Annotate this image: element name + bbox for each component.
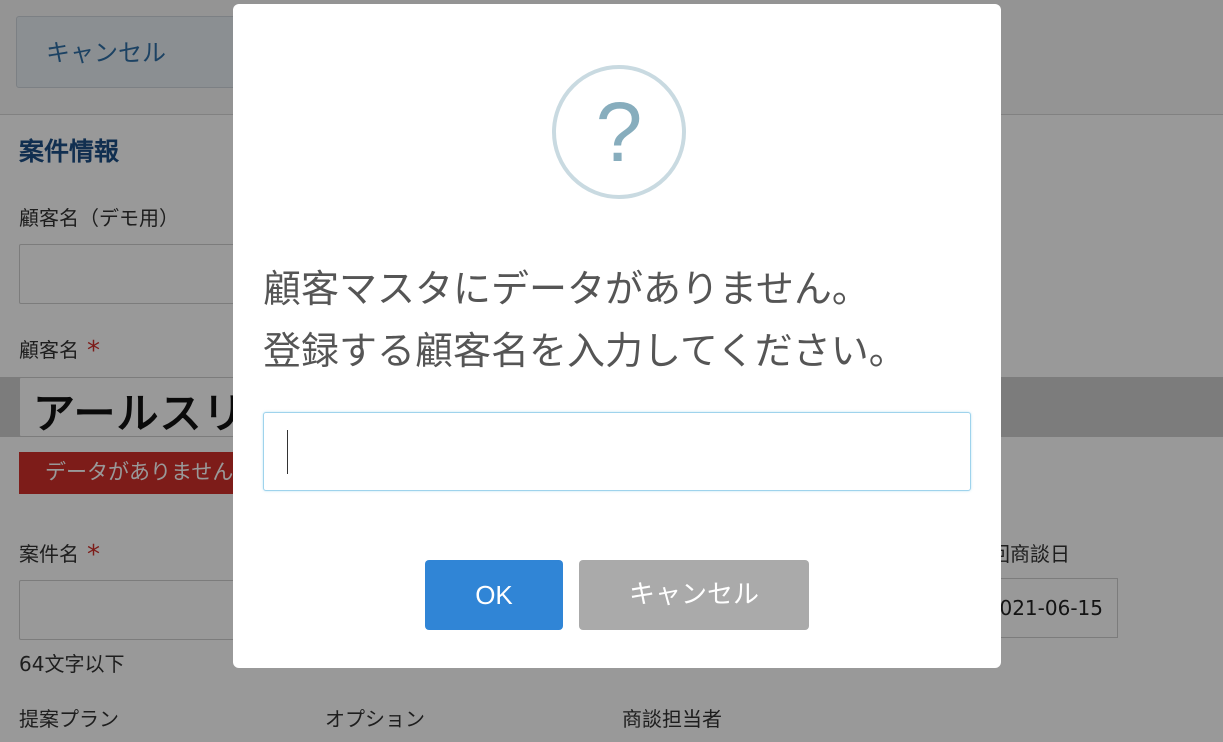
- text-caret: [287, 430, 288, 474]
- dialog-message: 顧客マスタにデータがありません。 登録する顧客名を入力してください。: [263, 258, 983, 382]
- question-mark-glyph: ?: [595, 85, 643, 179]
- cancel-button[interactable]: キャンセル: [579, 560, 809, 630]
- dialog-message-line2: 登録する顧客名を入力してください。: [263, 329, 907, 373]
- ok-button[interactable]: OK: [425, 560, 563, 630]
- prompt-dialog: ? 顧客マスタにデータがありません。 登録する顧客名を入力してください。 OK …: [233, 4, 1001, 668]
- customer-name-input[interactable]: [263, 412, 971, 491]
- dialog-message-line1: 顧客マスタにデータがありません。: [263, 267, 870, 311]
- question-icon: ?: [552, 65, 686, 199]
